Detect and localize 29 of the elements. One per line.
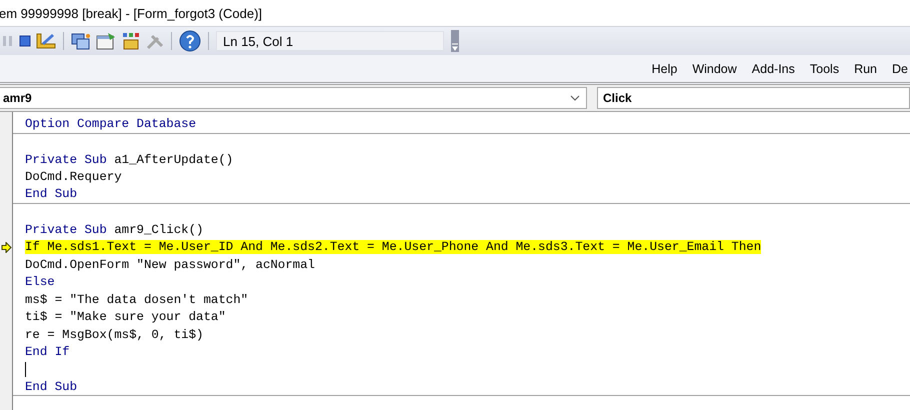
code-line: Private Sub a1_AfterUpdate() — [25, 152, 234, 167]
menu-item[interactable]: Add-Ins — [752, 62, 795, 76]
project-explorer-icon[interactable] — [71, 32, 91, 50]
procedure-dropdown[interactable]: Click — [597, 87, 910, 109]
code-line: End If — [25, 345, 70, 360]
code-line: ti$ = "Make sure your data" — [25, 310, 226, 324]
code-line: Private Sub amr9_Click() — [25, 222, 204, 237]
properties-icon[interactable] — [96, 32, 116, 50]
object-browser-icon[interactable] — [121, 32, 141, 50]
menu-item[interactable]: Window — [692, 62, 737, 76]
code-line: DoCmd.OpenForm "New password", acNormal — [25, 258, 315, 272]
code-line: End Sub — [25, 380, 78, 394]
menu-item[interactable]: Help — [652, 62, 678, 76]
stop-icon[interactable] — [19, 35, 31, 47]
menu-item[interactable]: Run — [854, 62, 878, 76]
help-icon[interactable] — [179, 30, 201, 52]
code-line: End Sub — [25, 187, 78, 202]
code-line: re = MsgBox(ms$, 0, ti$) — [25, 328, 204, 342]
code-line: Else — [25, 275, 55, 290]
code-line: Option Compare Database — [25, 117, 196, 132]
chevron-down-icon — [570, 95, 580, 101]
cursor-position-field: Ln 15, Col 1 — [216, 31, 444, 51]
menu-item[interactable]: De — [892, 62, 908, 76]
code-line: DoCmd.Requery — [25, 170, 122, 184]
code-line: ms$ = "The data dosen't match" — [25, 292, 248, 307]
toolbar-options-icon[interactable] — [451, 30, 459, 52]
menu-item[interactable]: Tools — [810, 62, 840, 76]
object-dropdown[interactable]: amr9 — [0, 87, 587, 109]
ruler-pencil-icon[interactable] — [36, 32, 56, 50]
